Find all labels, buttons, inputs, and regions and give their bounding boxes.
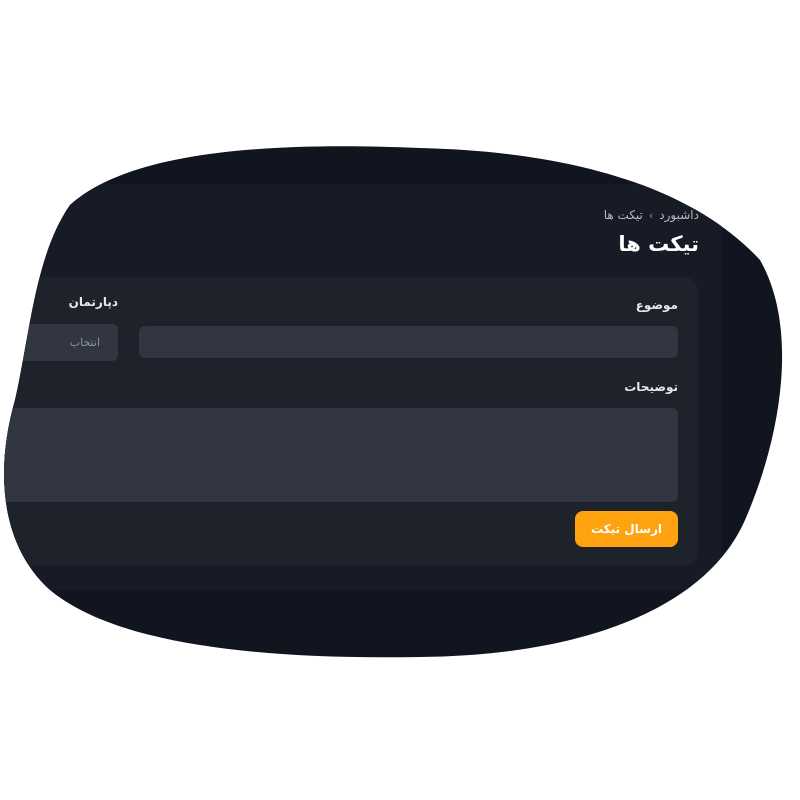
chevron-left-icon: › bbox=[648, 208, 654, 222]
department-select[interactable]: انتخاب bbox=[0, 324, 118, 361]
blob-frame: داشبورد › تیکت ها تیکت ها موضوع دپارتمان… bbox=[0, 0, 800, 800]
submit-ticket-button[interactable]: ارسال تیکت bbox=[575, 511, 678, 547]
description-textarea[interactable] bbox=[0, 408, 678, 502]
breadcrumb-current: تیکت ها bbox=[603, 208, 643, 222]
department-label: دپارتمان bbox=[68, 295, 118, 309]
description-label: توضیحات bbox=[624, 380, 678, 394]
page-title: تیکت ها bbox=[618, 232, 699, 256]
subject-label: موضوع bbox=[635, 298, 678, 312]
breadcrumb: داشبورد › تیکت ها bbox=[604, 208, 699, 222]
breadcrumb-root[interactable]: داشبورد bbox=[659, 208, 699, 222]
app-screen: داشبورد › تیکت ها تیکت ها موضوع دپارتمان… bbox=[0, 0, 800, 800]
submit-ticket-label: ارسال تیکت bbox=[591, 522, 663, 536]
subject-input[interactable] bbox=[139, 326, 678, 358]
department-placeholder: انتخاب bbox=[69, 336, 100, 349]
